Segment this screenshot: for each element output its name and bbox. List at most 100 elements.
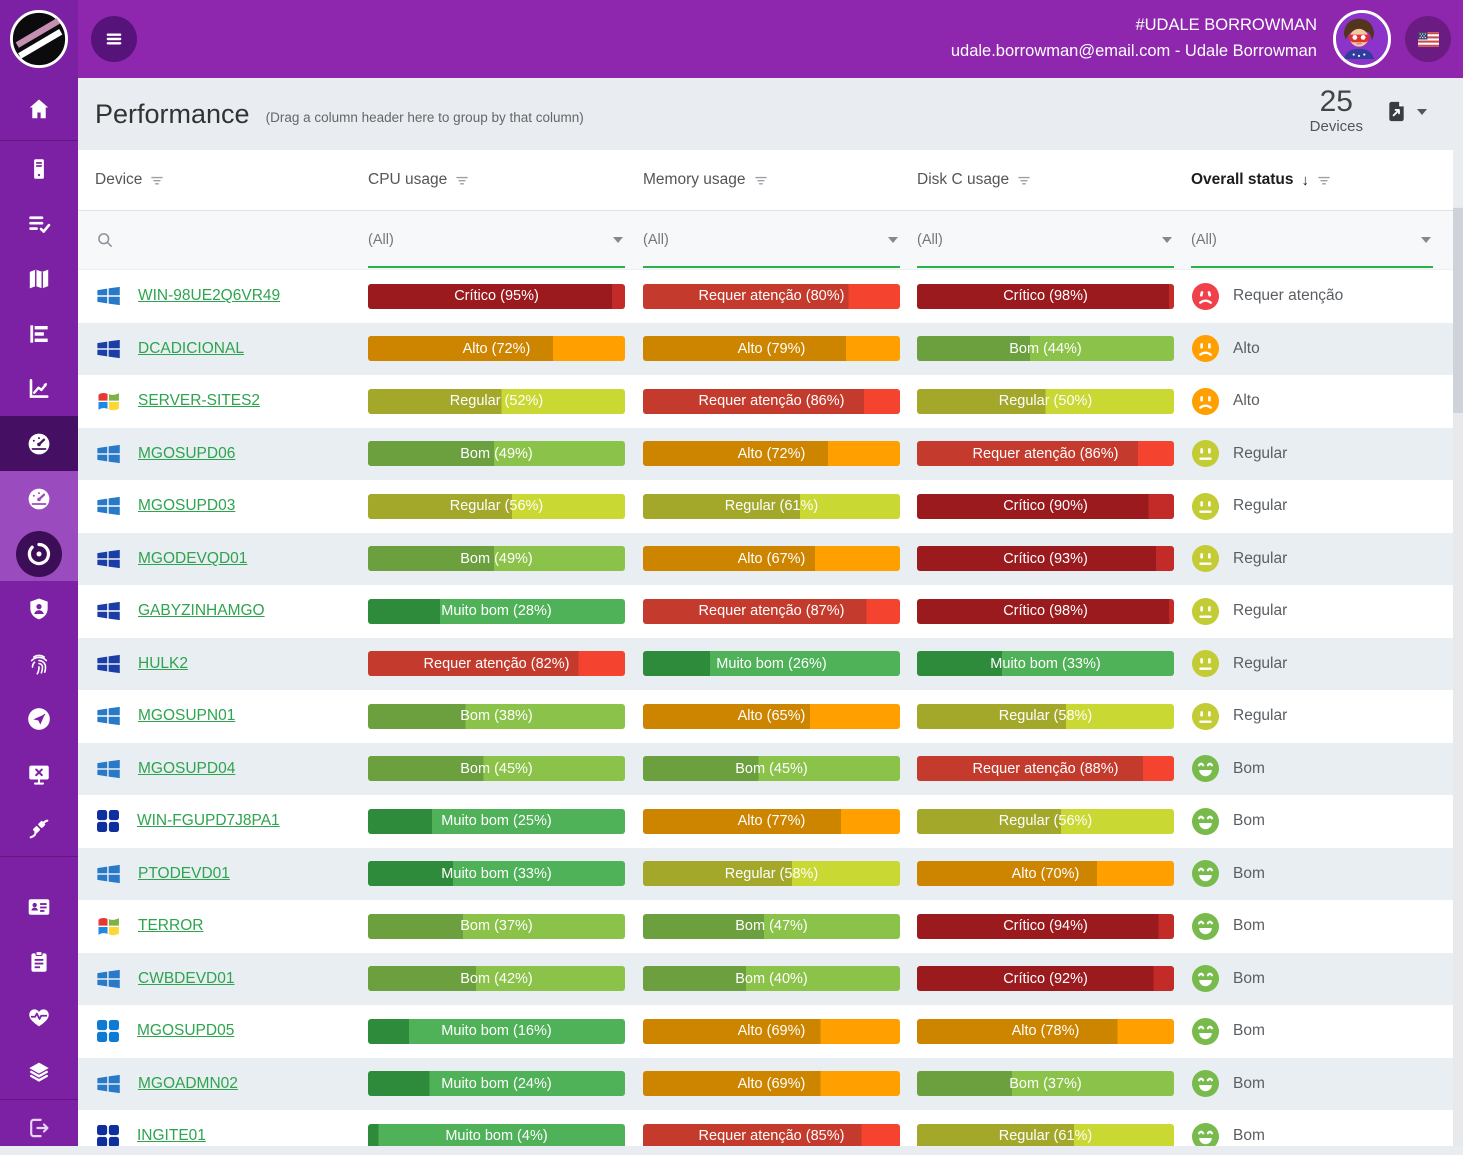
sidebar-item-remote-desktop[interactable]: [0, 746, 78, 801]
disk-usage-label: Alto (70%): [1012, 866, 1080, 882]
sidebar-item-clipboard[interactable]: [0, 934, 78, 989]
memory-usage-label: Requer atenção (85%): [699, 1128, 845, 1144]
device-link[interactable]: DCADICIONAL: [138, 340, 244, 358]
memory-usage-label: Muito bom (26%): [716, 656, 826, 672]
column-header-cpu[interactable]: CPU usage: [368, 171, 643, 189]
filter-icon[interactable]: [1017, 174, 1031, 187]
device-link[interactable]: WIN-98UE2Q6VR49: [138, 287, 280, 305]
device-link[interactable]: MGODEVQD01: [138, 550, 247, 568]
account-name: #UDALE BORROWMAN: [951, 13, 1317, 39]
disk-cell: Regular (58%): [917, 704, 1191, 729]
memory-usage-label: Regular (58%): [725, 866, 819, 882]
sidebar-item-home[interactable]: [0, 78, 78, 140]
cpu-usage-bar: Muito bom (25%): [368, 809, 625, 834]
disk-usage-bar: Crítico (98%): [917, 284, 1174, 309]
device-link[interactable]: SERVER-SITES2: [138, 392, 260, 410]
filter-icon[interactable]: [150, 174, 164, 187]
overall-status-filter-select[interactable]: (All): [1191, 211, 1433, 269]
device-cell: MGOSUPD03: [78, 493, 368, 519]
column-header-disk[interactable]: Disk C usage: [917, 171, 1191, 189]
table-row: WIN-98UE2Q6VR49Crítico (95%)Requer atenç…: [78, 270, 1453, 323]
windows-logo-icon: [95, 1123, 121, 1146]
column-header-device[interactable]: Device: [78, 171, 368, 189]
overall-status-cell: Regular: [1191, 597, 1453, 626]
device-search-input[interactable]: [125, 231, 309, 250]
disk-filter-select[interactable]: (All): [917, 211, 1174, 269]
sidebar-item-heart-pulse[interactable]: [0, 989, 78, 1044]
filter-icon[interactable]: [754, 174, 768, 187]
overall-status-label: Bom: [1233, 1075, 1265, 1093]
sidebar-item-logout[interactable]: [0, 1100, 78, 1155]
memory-usage-label: Bom (47%): [735, 918, 808, 934]
device-link[interactable]: GABYZINHAMGO: [138, 602, 265, 620]
device-link[interactable]: TERROR: [138, 917, 203, 935]
memory-cell: Requer atenção (80%): [643, 284, 917, 309]
memory-usage-bar: Alto (79%): [643, 336, 900, 361]
export-file-icon: [1385, 99, 1408, 124]
status-face-icon: [1191, 754, 1220, 783]
device-link[interactable]: MGOSUPD03: [138, 497, 235, 515]
cpu-usage-bar: Alto (72%): [368, 336, 625, 361]
disk-usage-label: Bom (37%): [1009, 1076, 1082, 1092]
disk-cell: Regular (56%): [917, 809, 1191, 834]
overall-status-label: Regular: [1233, 445, 1287, 463]
sidebar-item-cable[interactable]: [0, 801, 78, 856]
cpu-usage-bar: Requer atenção (82%): [368, 651, 625, 676]
column-header-overall-status[interactable]: Overall status ↓: [1191, 171, 1453, 189]
memory-usage-label: Alto (69%): [738, 1023, 806, 1039]
export-button[interactable]: [1379, 98, 1433, 125]
cpu-usage-label: Muito bom (25%): [441, 813, 551, 829]
cpu-usage-bar: Regular (56%): [368, 494, 625, 519]
device-link[interactable]: MGOADMN02: [138, 1075, 238, 1093]
sidebar-item-layers[interactable]: [0, 1044, 78, 1099]
windows-logo-icon: [95, 493, 122, 519]
table-row: HULK2 Requer atenção (82%) Muito bom (26%)…: [78, 638, 1453, 691]
table-row: INGITE01Muito bom (4%)Requer atenção (85…: [78, 1110, 1453, 1146]
sidebar-item-shield-user[interactable]: [0, 581, 78, 636]
device-link[interactable]: PTODEVD01: [138, 865, 230, 883]
device-link[interactable]: MGOSUPD05: [137, 1022, 234, 1040]
status-face-icon: [1191, 439, 1220, 468]
sidebar-item-donut-chart[interactable]: [0, 526, 78, 581]
cpu-cell: Regular (56%): [368, 494, 643, 519]
device-link[interactable]: HULK2: [138, 655, 188, 673]
sidebar-item-send[interactable]: [0, 691, 78, 746]
sidebar-item-fingerprint[interactable]: [0, 636, 78, 691]
scrollbar-thumb[interactable]: [1453, 208, 1463, 413]
device-link[interactable]: MGOSUPN01: [138, 707, 235, 725]
filter-icon[interactable]: [455, 174, 469, 187]
language-button[interactable]: [1405, 16, 1451, 62]
sidebar-item-reports-list[interactable]: [0, 196, 78, 251]
cpu-filter-select[interactable]: (All): [368, 211, 625, 269]
overall-status-cell: Requer atenção: [1191, 282, 1453, 311]
device-cell: HULK2: [78, 651, 368, 677]
disk-usage-label: Regular (56%): [999, 813, 1093, 829]
table-row: SERVER-SITES2Regular (52%)Requer atenção…: [78, 375, 1453, 428]
device-cell: TERROR: [78, 914, 368, 939]
memory-cell: Alto (77%): [643, 809, 917, 834]
device-link[interactable]: MGOSUPD06: [138, 445, 235, 463]
device-link[interactable]: INGITE01: [137, 1127, 206, 1145]
device-link[interactable]: WIN-FGUPD7J8PA1: [137, 812, 280, 830]
cpu-usage-label: Muito bom (16%): [441, 1023, 551, 1039]
memory-filter-select[interactable]: (All): [643, 211, 900, 269]
sidebar-item-id-card[interactable]: [0, 857, 78, 934]
avatar[interactable]: [1333, 10, 1391, 68]
sidebar-item-bar-chart[interactable]: [0, 306, 78, 361]
menu-toggle-button[interactable]: [91, 16, 137, 62]
device-link[interactable]: MGOSUPD04: [138, 760, 235, 778]
filter-icon[interactable]: [1317, 174, 1331, 187]
sidebar-item-map[interactable]: [0, 251, 78, 306]
sidebar-item-line-chart[interactable]: [0, 361, 78, 416]
column-header-memory[interactable]: Memory usage: [643, 171, 917, 189]
table-row: MGOSUPN01Bom (38%)Alto (65%)Regular (58%…: [78, 690, 1453, 743]
memory-usage-bar: Bom (47%): [643, 914, 900, 939]
chevron-down-icon: [1162, 237, 1172, 243]
sidebar-item-performance-gauge[interactable]: [0, 416, 78, 471]
scrollbar[interactable]: [1453, 206, 1463, 1146]
device-link[interactable]: CWBDEVD01: [138, 970, 234, 988]
overall-status-label: Regular: [1233, 707, 1287, 725]
sidebar-item-devices[interactable]: [0, 141, 78, 196]
sidebar-item-gauge-secondary[interactable]: [0, 471, 78, 526]
status-face-icon: [1191, 912, 1220, 941]
